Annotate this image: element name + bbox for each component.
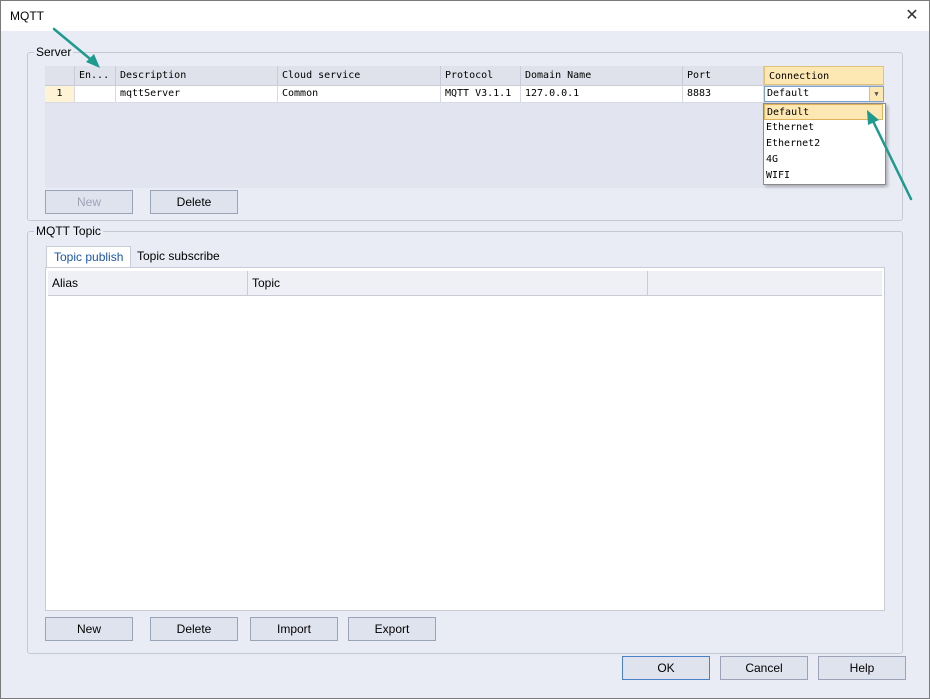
arrow-icon bbox=[52, 27, 100, 68]
arrow-icon bbox=[867, 110, 913, 201]
annotation-arrows bbox=[52, 27, 913, 201]
